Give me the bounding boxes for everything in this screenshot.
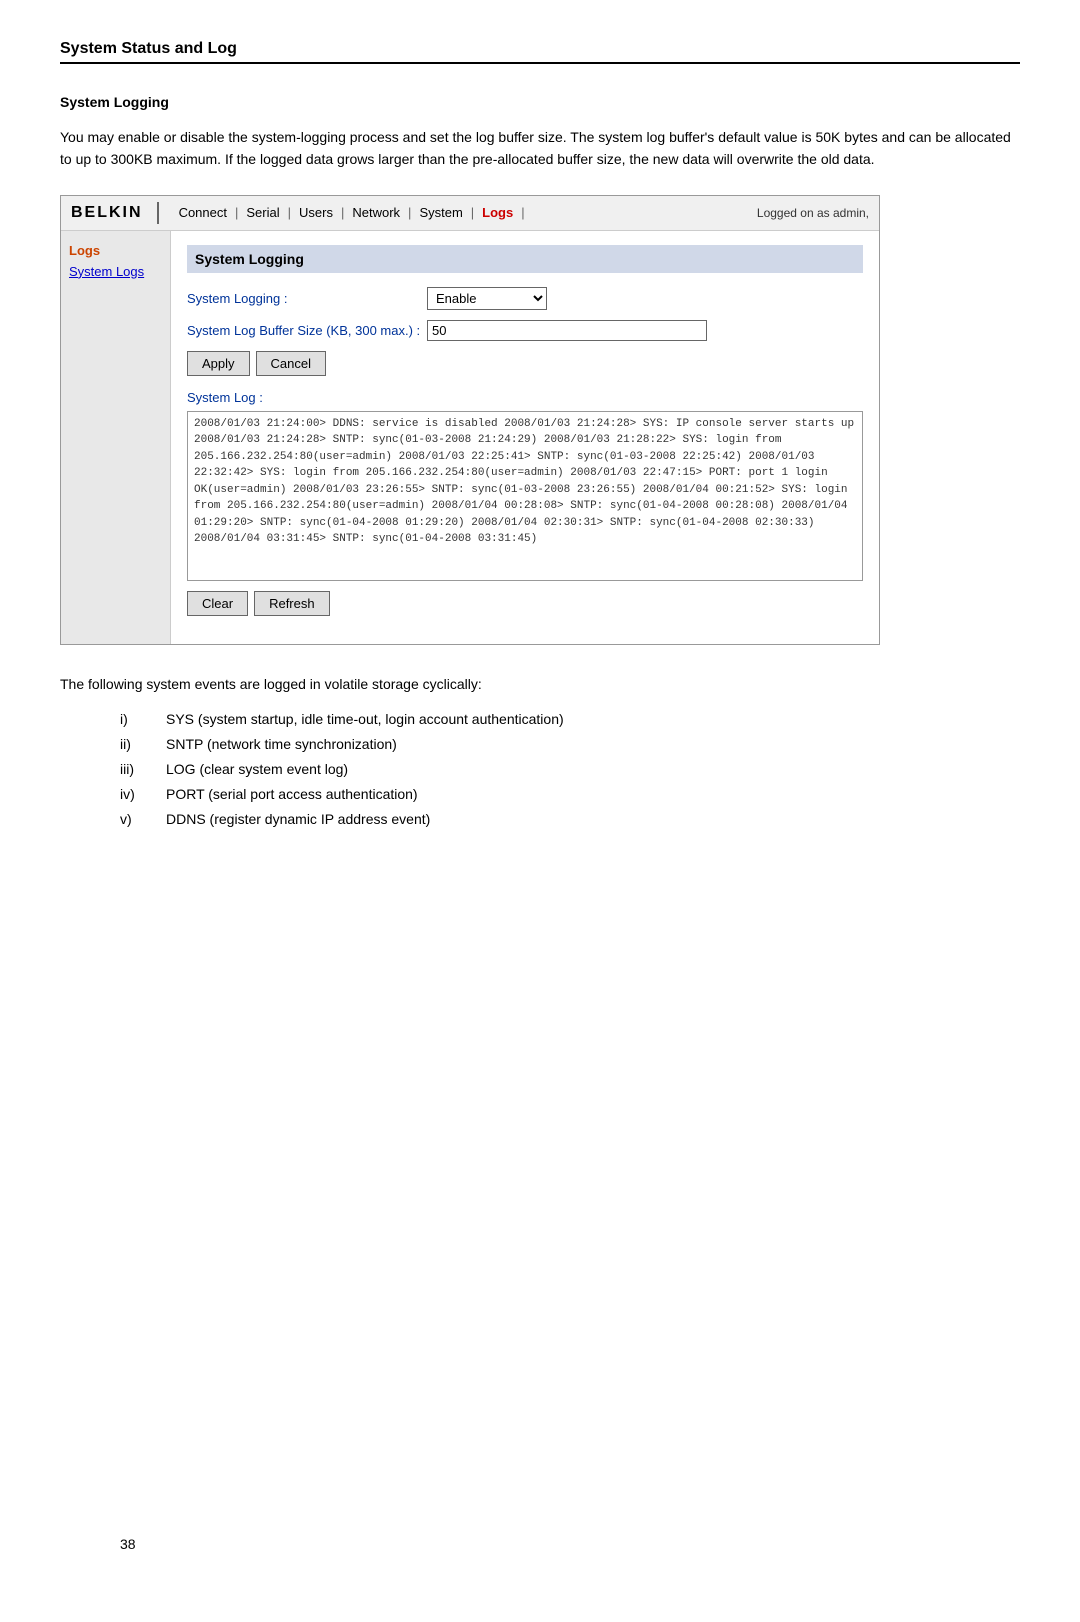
sidebar: Logs System Logs: [61, 231, 171, 644]
nav-sep-1: |: [233, 205, 240, 220]
nav-sep-5: |: [469, 205, 476, 220]
nav-sep-2: |: [286, 205, 293, 220]
cancel-button[interactable]: Cancel: [256, 351, 326, 376]
page-number: 38: [120, 1536, 136, 1552]
buffer-input[interactable]: [427, 320, 707, 341]
list-item: iii) LOG (clear system event log): [120, 757, 1020, 782]
clear-button[interactable]: Clear: [187, 591, 248, 616]
list-item: v) DDNS (register dynamic IP address even…: [120, 807, 1020, 832]
nav-connect[interactable]: Connect: [173, 205, 233, 220]
nav-bar: BELKIN Connect | Serial | Users | Networ…: [61, 196, 879, 231]
nav-users[interactable]: Users: [293, 205, 339, 220]
intro-paragraph: You may enable or disable the system-log…: [60, 126, 1020, 171]
logging-select[interactable]: Enable Disable: [427, 287, 547, 310]
section-heading: System Logging: [60, 94, 1020, 110]
refresh-button[interactable]: Refresh: [254, 591, 330, 616]
list-item-num: ii): [120, 732, 150, 757]
apply-button[interactable]: Apply: [187, 351, 250, 376]
list-item-text: PORT (serial port access authentication): [166, 782, 418, 807]
nav-sep-3: |: [339, 205, 346, 220]
list-item-text: LOG (clear system event log): [166, 757, 348, 782]
device-main: Logs System Logs System Logging System L…: [61, 231, 879, 644]
nav-serial[interactable]: Serial: [240, 205, 285, 220]
content-panel: System Logging System Logging : Enable D…: [171, 231, 879, 644]
list-item: ii) SNTP (network time synchronization): [120, 732, 1020, 757]
page-title: System Status and Log: [60, 40, 1020, 58]
apply-cancel-row: Apply Cancel: [187, 351, 863, 376]
buffer-row: System Log Buffer Size (KB, 300 max.) :: [187, 320, 863, 341]
sidebar-group-label: Logs: [69, 243, 162, 258]
event-list: i) SYS (system startup, idle time-out, lo…: [120, 707, 1020, 833]
nav-system[interactable]: System: [413, 205, 468, 220]
list-item-text: DDNS (register dynamic IP address event): [166, 807, 430, 832]
bottom-intro: The following system events are logged i…: [60, 673, 1020, 697]
list-item-text: SYS (system startup, idle time-out, logi…: [166, 707, 564, 732]
log-buttons-row: Clear Refresh: [187, 591, 863, 616]
list-item-num: i): [120, 707, 150, 732]
device-frame: BELKIN Connect | Serial | Users | Networ…: [60, 195, 880, 645]
list-item-num: iv): [120, 782, 150, 807]
logging-label: System Logging :: [187, 291, 427, 306]
nav-logs[interactable]: Logs: [476, 205, 519, 220]
list-item-num: iii): [120, 757, 150, 782]
logging-row: System Logging : Enable Disable: [187, 287, 863, 310]
nav-sep-6: |: [519, 205, 526, 220]
nav-sep-4: |: [406, 205, 413, 220]
panel-title: System Logging: [187, 245, 863, 273]
nav-links: Connect | Serial | Users | Network | Sys…: [173, 205, 757, 220]
sidebar-item-system-logs[interactable]: System Logs: [69, 264, 162, 279]
nav-network[interactable]: Network: [346, 205, 406, 220]
nav-divider: [157, 202, 159, 224]
list-item-num: v): [120, 807, 150, 832]
log-section-label: System Log :: [187, 390, 863, 405]
logged-in-label: Logged on as admin,: [757, 206, 869, 220]
list-item-text: SNTP (network time synchronization): [166, 732, 397, 757]
list-item: iv) PORT (serial port access authenticati…: [120, 782, 1020, 807]
belkin-logo: BELKIN: [71, 204, 143, 222]
log-area[interactable]: 2008/01/03 21:24:00> DDNS: service is di…: [187, 411, 863, 581]
buffer-label: System Log Buffer Size (KB, 300 max.) :: [187, 323, 427, 338]
list-item: i) SYS (system startup, idle time-out, lo…: [120, 707, 1020, 732]
